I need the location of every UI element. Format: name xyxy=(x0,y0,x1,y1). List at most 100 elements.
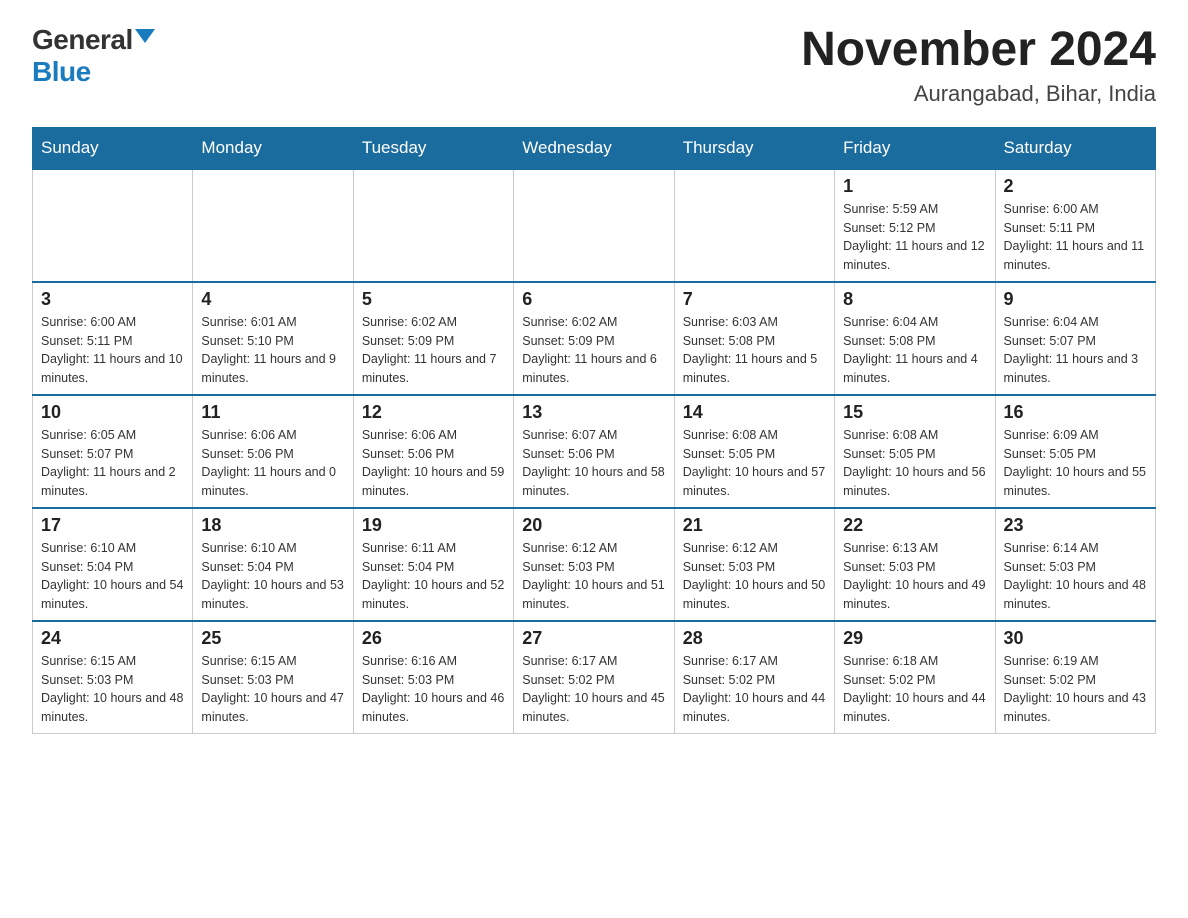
calendar-week-row: 3 Sunrise: 6:00 AMSunset: 5:11 PMDaylight… xyxy=(33,282,1156,395)
logo-general-text: General xyxy=(32,24,133,56)
calendar-cell xyxy=(514,169,674,282)
day-detail: Sunrise: 6:08 AMSunset: 5:05 PMDaylight:… xyxy=(683,426,826,501)
day-number: 6 xyxy=(522,289,665,310)
calendar-cell: 25 Sunrise: 6:15 AMSunset: 5:03 PMDayligh… xyxy=(193,621,353,734)
day-detail: Sunrise: 6:13 AMSunset: 5:03 PMDaylight:… xyxy=(843,539,986,614)
day-number: 5 xyxy=(362,289,505,310)
calendar-cell: 14 Sunrise: 6:08 AMSunset: 5:05 PMDayligh… xyxy=(674,395,834,508)
day-detail: Sunrise: 6:02 AMSunset: 5:09 PMDaylight:… xyxy=(522,313,665,388)
day-number: 8 xyxy=(843,289,986,310)
calendar-cell: 27 Sunrise: 6:17 AMSunset: 5:02 PMDayligh… xyxy=(514,621,674,734)
calendar-cell: 24 Sunrise: 6:15 AMSunset: 5:03 PMDayligh… xyxy=(33,621,193,734)
weekday-header-tuesday: Tuesday xyxy=(353,127,513,169)
day-detail: Sunrise: 6:05 AMSunset: 5:07 PMDaylight:… xyxy=(41,426,184,501)
day-detail: Sunrise: 6:12 AMSunset: 5:03 PMDaylight:… xyxy=(522,539,665,614)
weekday-header-monday: Monday xyxy=(193,127,353,169)
calendar-cell: 30 Sunrise: 6:19 AMSunset: 5:02 PMDayligh… xyxy=(995,621,1155,734)
day-number: 11 xyxy=(201,402,344,423)
day-detail: Sunrise: 6:10 AMSunset: 5:04 PMDaylight:… xyxy=(201,539,344,614)
calendar-cell: 4Sunrise: 6:01 AMSunset: 5:10 PMDaylight… xyxy=(193,282,353,395)
day-number: 18 xyxy=(201,515,344,536)
day-detail: Sunrise: 6:08 AMSunset: 5:05 PMDaylight:… xyxy=(843,426,986,501)
day-number: 27 xyxy=(522,628,665,649)
calendar-cell: 2 Sunrise: 6:00 AMSunset: 5:11 PMDaylight… xyxy=(995,169,1155,282)
day-number: 2 xyxy=(1004,176,1147,197)
calendar-cell: 23 Sunrise: 6:14 AMSunset: 5:03 PMDayligh… xyxy=(995,508,1155,621)
calendar-week-row: 17 Sunrise: 6:10 AMSunset: 5:04 PMDayligh… xyxy=(33,508,1156,621)
calendar-cell: 3 Sunrise: 6:00 AMSunset: 5:11 PMDaylight… xyxy=(33,282,193,395)
calendar-cell: 16Sunrise: 6:09 AMSunset: 5:05 PMDayligh… xyxy=(995,395,1155,508)
calendar-week-row: 24 Sunrise: 6:15 AMSunset: 5:03 PMDayligh… xyxy=(33,621,1156,734)
day-number: 24 xyxy=(41,628,184,649)
logo-blue-text: Blue xyxy=(32,56,91,88)
calendar-week-row: 10 Sunrise: 6:05 AMSunset: 5:07 PMDayligh… xyxy=(33,395,1156,508)
day-number: 13 xyxy=(522,402,665,423)
day-number: 14 xyxy=(683,402,826,423)
day-number: 12 xyxy=(362,402,505,423)
calendar-table: SundayMondayTuesdayWednesdayThursdayFrid… xyxy=(32,127,1156,734)
calendar-cell: 10 Sunrise: 6:05 AMSunset: 5:07 PMDayligh… xyxy=(33,395,193,508)
calendar-cell: 15Sunrise: 6:08 AMSunset: 5:05 PMDayligh… xyxy=(835,395,995,508)
logo: General Blue xyxy=(32,24,155,88)
weekday-header-row: SundayMondayTuesdayWednesdayThursdayFrid… xyxy=(33,127,1156,169)
calendar-cell: 9 Sunrise: 6:04 AMSunset: 5:07 PMDaylight… xyxy=(995,282,1155,395)
day-detail: Sunrise: 6:06 AMSunset: 5:06 PMDaylight:… xyxy=(201,426,344,501)
calendar-cell: 17Sunrise: 6:10 AMSunset: 5:04 PMDayligh… xyxy=(33,508,193,621)
calendar-cell: 20 Sunrise: 6:12 AMSunset: 5:03 PMDayligh… xyxy=(514,508,674,621)
location-title: Aurangabad, Bihar, India xyxy=(801,81,1156,107)
calendar-cell: 18 Sunrise: 6:10 AMSunset: 5:04 PMDayligh… xyxy=(193,508,353,621)
day-detail: Sunrise: 6:15 AMSunset: 5:03 PMDaylight:… xyxy=(201,652,344,727)
calendar-cell: 12Sunrise: 6:06 AMSunset: 5:06 PMDayligh… xyxy=(353,395,513,508)
title-area: November 2024 Aurangabad, Bihar, India xyxy=(801,24,1156,107)
day-number: 9 xyxy=(1004,289,1147,310)
weekday-header-thursday: Thursday xyxy=(674,127,834,169)
day-number: 29 xyxy=(843,628,986,649)
weekday-header-sunday: Sunday xyxy=(33,127,193,169)
day-number: 16 xyxy=(1004,402,1147,423)
day-number: 1 xyxy=(843,176,986,197)
day-number: 17 xyxy=(41,515,184,536)
day-number: 30 xyxy=(1004,628,1147,649)
day-number: 25 xyxy=(201,628,344,649)
day-number: 3 xyxy=(41,289,184,310)
month-title: November 2024 xyxy=(801,24,1156,77)
day-number: 26 xyxy=(362,628,505,649)
weekday-header-saturday: Saturday xyxy=(995,127,1155,169)
day-number: 28 xyxy=(683,628,826,649)
calendar-cell xyxy=(353,169,513,282)
day-detail: Sunrise: 6:18 AMSunset: 5:02 PMDaylight:… xyxy=(843,652,986,727)
day-detail: Sunrise: 6:17 AMSunset: 5:02 PMDaylight:… xyxy=(522,652,665,727)
day-number: 22 xyxy=(843,515,986,536)
weekday-header-friday: Friday xyxy=(835,127,995,169)
day-detail: Sunrise: 6:00 AMSunset: 5:11 PMDaylight:… xyxy=(41,313,184,388)
day-detail: Sunrise: 6:03 AMSunset: 5:08 PMDaylight:… xyxy=(683,313,826,388)
day-number: 23 xyxy=(1004,515,1147,536)
day-number: 19 xyxy=(362,515,505,536)
calendar-cell: 29 Sunrise: 6:18 AMSunset: 5:02 PMDayligh… xyxy=(835,621,995,734)
day-number: 21 xyxy=(683,515,826,536)
day-detail: Sunrise: 6:14 AMSunset: 5:03 PMDaylight:… xyxy=(1004,539,1147,614)
day-detail: Sunrise: 6:07 AMSunset: 5:06 PMDaylight:… xyxy=(522,426,665,501)
day-number: 10 xyxy=(41,402,184,423)
day-detail: Sunrise: 6:16 AMSunset: 5:03 PMDaylight:… xyxy=(362,652,505,727)
logo-triangle-icon xyxy=(135,29,155,43)
calendar-week-row: 1Sunrise: 5:59 AMSunset: 5:12 PMDaylight… xyxy=(33,169,1156,282)
day-detail: Sunrise: 6:04 AMSunset: 5:08 PMDaylight:… xyxy=(843,313,986,388)
day-detail: Sunrise: 6:04 AMSunset: 5:07 PMDaylight:… xyxy=(1004,313,1147,388)
day-detail: Sunrise: 6:02 AMSunset: 5:09 PMDaylight:… xyxy=(362,313,505,388)
calendar-cell: 11 Sunrise: 6:06 AMSunset: 5:06 PMDayligh… xyxy=(193,395,353,508)
calendar-cell xyxy=(674,169,834,282)
day-number: 20 xyxy=(522,515,665,536)
calendar-cell: 26 Sunrise: 6:16 AMSunset: 5:03 PMDayligh… xyxy=(353,621,513,734)
day-detail: Sunrise: 6:19 AMSunset: 5:02 PMDaylight:… xyxy=(1004,652,1147,727)
calendar-cell: 7 Sunrise: 6:03 AMSunset: 5:08 PMDaylight… xyxy=(674,282,834,395)
weekday-header-wednesday: Wednesday xyxy=(514,127,674,169)
day-detail: Sunrise: 6:15 AMSunset: 5:03 PMDaylight:… xyxy=(41,652,184,727)
calendar-cell: 5 Sunrise: 6:02 AMSunset: 5:09 PMDaylight… xyxy=(353,282,513,395)
day-detail: Sunrise: 6:00 AMSunset: 5:11 PMDaylight:… xyxy=(1004,200,1147,275)
calendar-cell: 22 Sunrise: 6:13 AMSunset: 5:03 PMDayligh… xyxy=(835,508,995,621)
calendar-cell: 1Sunrise: 5:59 AMSunset: 5:12 PMDaylight… xyxy=(835,169,995,282)
day-detail: Sunrise: 6:12 AMSunset: 5:03 PMDaylight:… xyxy=(683,539,826,614)
day-number: 7 xyxy=(683,289,826,310)
calendar-cell: 28Sunrise: 6:17 AMSunset: 5:02 PMDayligh… xyxy=(674,621,834,734)
